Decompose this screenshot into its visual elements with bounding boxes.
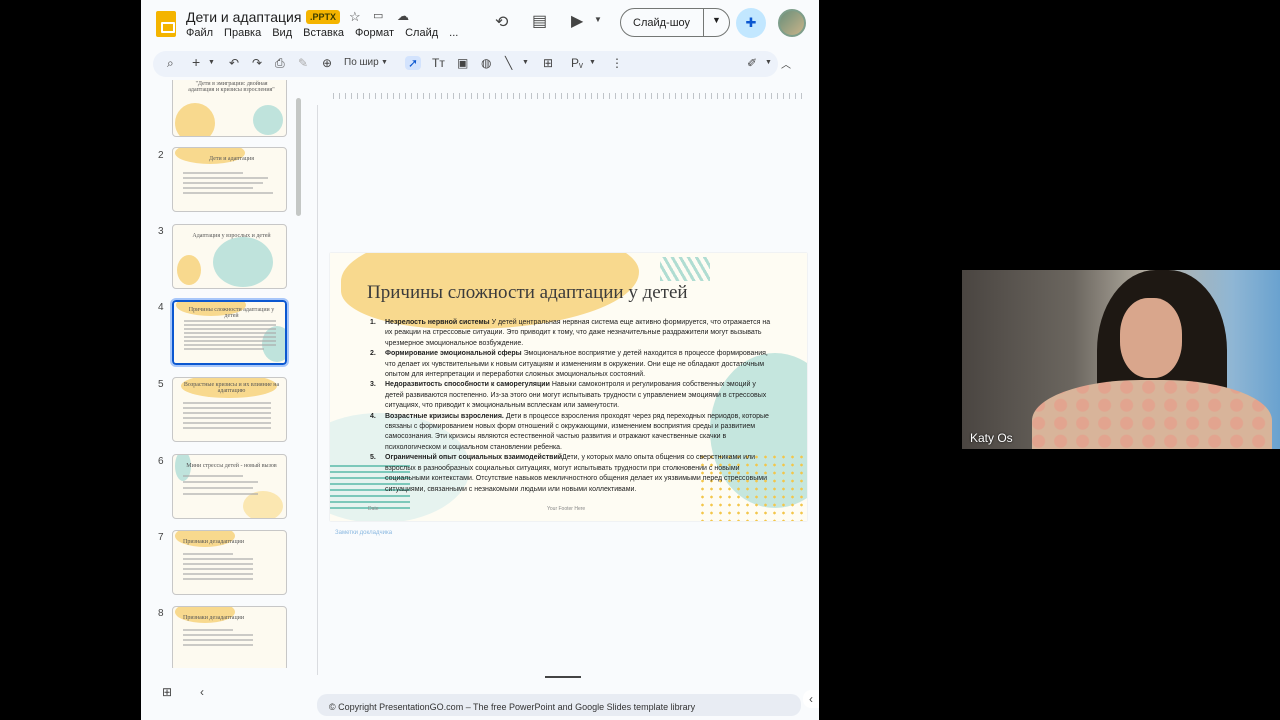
meet-dropdown-icon[interactable]: ▼: [594, 15, 602, 24]
slide-body-list[interactable]: 1. Незрелость нервной системы У детей цен…: [370, 318, 775, 495]
webcam-feed: Katy Os: [962, 270, 1280, 449]
thumbnail-title: Адаптация у взрослых и детей: [192, 233, 271, 239]
google-slides-window: Дети и адаптация .PPTX ☆ ▭ ☁ Файл Правка…: [141, 0, 819, 720]
menu-insert[interactable]: Вставка: [303, 27, 344, 39]
current-slide[interactable]: Причины сложности адаптации у детей 1. Не…: [330, 253, 807, 521]
comment-add-icon[interactable]: ⊞: [543, 56, 553, 70]
slide-thumbnail[interactable]: Признаки дезадаптации: [172, 606, 287, 668]
thumbnail-title: Признаки дезадаптации: [183, 539, 245, 545]
menu-bar: Файл Правка Вид Вставка Формат Слайд ...: [186, 27, 458, 39]
slide-number: 4: [158, 302, 164, 313]
slideshow-divider: [703, 9, 704, 36]
comments-icon[interactable]: ▤: [532, 11, 547, 31]
zoom-select[interactable]: По шир: [344, 57, 379, 68]
list-item: 1. Незрелость нервной системы У детей цен…: [370, 319, 771, 347]
text-box-icon[interactable]: Tт: [432, 56, 445, 70]
collapse-toolbar-icon[interactable]: ︿: [781, 56, 791, 71]
collapse-filmstrip-icon[interactable]: ‹: [200, 685, 204, 699]
menu-view[interactable]: Вид: [272, 27, 292, 39]
slide-footer: Your Footer Here: [547, 506, 586, 512]
zoom-icon[interactable]: ⊕: [322, 56, 332, 70]
document-title[interactable]: Дети и адаптация: [186, 9, 301, 25]
slide-title[interactable]: Причины сложности адаптации у детей: [367, 282, 688, 304]
slide-number: 8: [158, 608, 164, 619]
insert-image-icon[interactable]: ▣: [457, 56, 468, 70]
slideshow-dropdown-icon[interactable]: ▼: [712, 15, 721, 25]
slide-date: Date: [368, 506, 379, 512]
pen-dropdown-icon[interactable]: ▼: [765, 59, 772, 66]
speaker-notes-hint[interactable]: Заметки докладчика: [335, 530, 392, 536]
list-item: 2. Формирование эмоциональной сферы Эмоци…: [370, 350, 768, 379]
slideshow-label: Слайд-шоу: [633, 17, 691, 29]
list-item: 4. Возрастные кризисы взросления. Дети в …: [370, 412, 769, 451]
thumbnail-title: "Дети в эмиграции: двойная адаптация и к…: [188, 81, 275, 93]
new-slide-icon[interactable]: +: [192, 54, 200, 70]
horizontal-ruler: [333, 93, 806, 99]
participant-body: [1032, 380, 1272, 449]
vertical-ruler: [317, 105, 318, 675]
print-icon[interactable]: ⎙: [275, 56, 285, 71]
slide-number: 6: [158, 456, 164, 467]
menu-format[interactable]: Формат: [355, 27, 394, 39]
shape-icon[interactable]: ◍: [481, 56, 491, 70]
thumbnail-title: Дети и адаптация: [209, 156, 254, 162]
line-icon[interactable]: ╲: [505, 56, 512, 70]
filmstrip-scrollbar[interactable]: [296, 98, 301, 216]
slideshow-button[interactable]: Слайд-шоу ▼: [620, 8, 730, 37]
participant-name: Katy Os: [970, 431, 1013, 445]
slide-filmstrip: "Дети в эмиграции: двойная адаптация и к…: [141, 80, 301, 668]
slide-number: 7: [158, 532, 164, 543]
new-slide-dropdown-icon[interactable]: ▼: [208, 59, 215, 66]
line-dropdown-icon[interactable]: ▼: [522, 59, 529, 66]
move-folder-icon[interactable]: ▭: [373, 9, 383, 22]
list-item: 3. Недоразвитость способности к саморегул…: [370, 381, 767, 410]
cloud-status-icon[interactable]: ☁: [397, 9, 409, 23]
input-tools-icon[interactable]: Pᵥ: [571, 56, 583, 70]
file-format-badge: .PPTX: [306, 10, 341, 24]
slide-number: 5: [158, 379, 164, 390]
undo-icon[interactable]: ↶: [229, 56, 239, 70]
account-avatar[interactable]: [778, 9, 806, 37]
input-tools-dropdown-icon[interactable]: ▼: [589, 59, 596, 66]
menu-slide[interactable]: Слайд: [405, 27, 438, 39]
slide-number: 3: [158, 226, 164, 237]
more-options-icon[interactable]: ⋮: [611, 56, 623, 70]
menu-edit[interactable]: Правка: [224, 27, 261, 39]
paint-format-icon[interactable]: ✎: [298, 56, 308, 70]
thumbnail-title: Признаки дезадаптации: [183, 615, 245, 621]
share-person-icon[interactable]: ✚: [736, 8, 766, 38]
thumbnail-title: Причины сложности адаптации у детей: [188, 307, 275, 319]
toolbar: ⌕ + ▼ ↶ ↷ ⎙ ✎ ⊕ По шир ▼ ➚ Tт ▣ ◍ ╲ ▼ ⊞ …: [153, 51, 791, 77]
redo-icon[interactable]: ↷: [252, 56, 262, 70]
side-panel-toggle-icon[interactable]: ‹: [803, 690, 819, 708]
thumbnail-title: Мини стрессы детей - новый вызов: [186, 463, 277, 469]
slide-thumbnail[interactable]: Признаки дезадаптации: [172, 530, 287, 595]
pen-icon[interactable]: ✐: [747, 56, 757, 70]
screen: Дети и адаптация .PPTX ☆ ▭ ☁ Файл Правка…: [0, 0, 1280, 720]
notes-resize-handle[interactable]: [545, 676, 581, 678]
slides-logo-icon[interactable]: [156, 11, 176, 37]
decor-leaf: [660, 257, 710, 281]
search-icon[interactable]: ⌕: [167, 56, 174, 71]
slide-thumbnail[interactable]: Возрастные кризисы и их влияние на адапт…: [172, 377, 287, 442]
slide-thumbnail[interactable]: Мини стрессы детей - новый вызов: [172, 454, 287, 519]
list-item: 5. Ограниченный опыт социальных взаимодей…: [370, 454, 767, 493]
speaker-notes-text[interactable]: © Copyright PresentationGO.com – The fre…: [317, 694, 801, 716]
history-icon[interactable]: ⟲: [495, 12, 508, 32]
zoom-dropdown-icon[interactable]: ▼: [381, 59, 388, 66]
grid-view-icon[interactable]: ⊞: [162, 685, 172, 699]
menu-file[interactable]: Файл: [186, 27, 213, 39]
menu-more[interactable]: ...: [449, 27, 458, 39]
slide-thumbnail[interactable]: "Дети в эмиграции: двойная адаптация и к…: [172, 80, 287, 137]
slide-number: 2: [158, 150, 164, 161]
select-cursor-icon[interactable]: ➚: [405, 56, 422, 70]
star-icon[interactable]: ☆: [349, 9, 361, 25]
slide-thumbnail[interactable]: Адаптация у взрослых и детей: [172, 224, 287, 289]
slide-thumbnail[interactable]: Дети и адаптация: [172, 147, 287, 212]
thumbnail-title: Возрастные кризисы и их влияние на адапт…: [183, 382, 280, 394]
slide-thumbnail-active[interactable]: Причины сложности адаптации у детей: [170, 298, 289, 367]
participant-face: [1120, 298, 1182, 378]
meet-video-icon[interactable]: ▶: [571, 11, 583, 31]
